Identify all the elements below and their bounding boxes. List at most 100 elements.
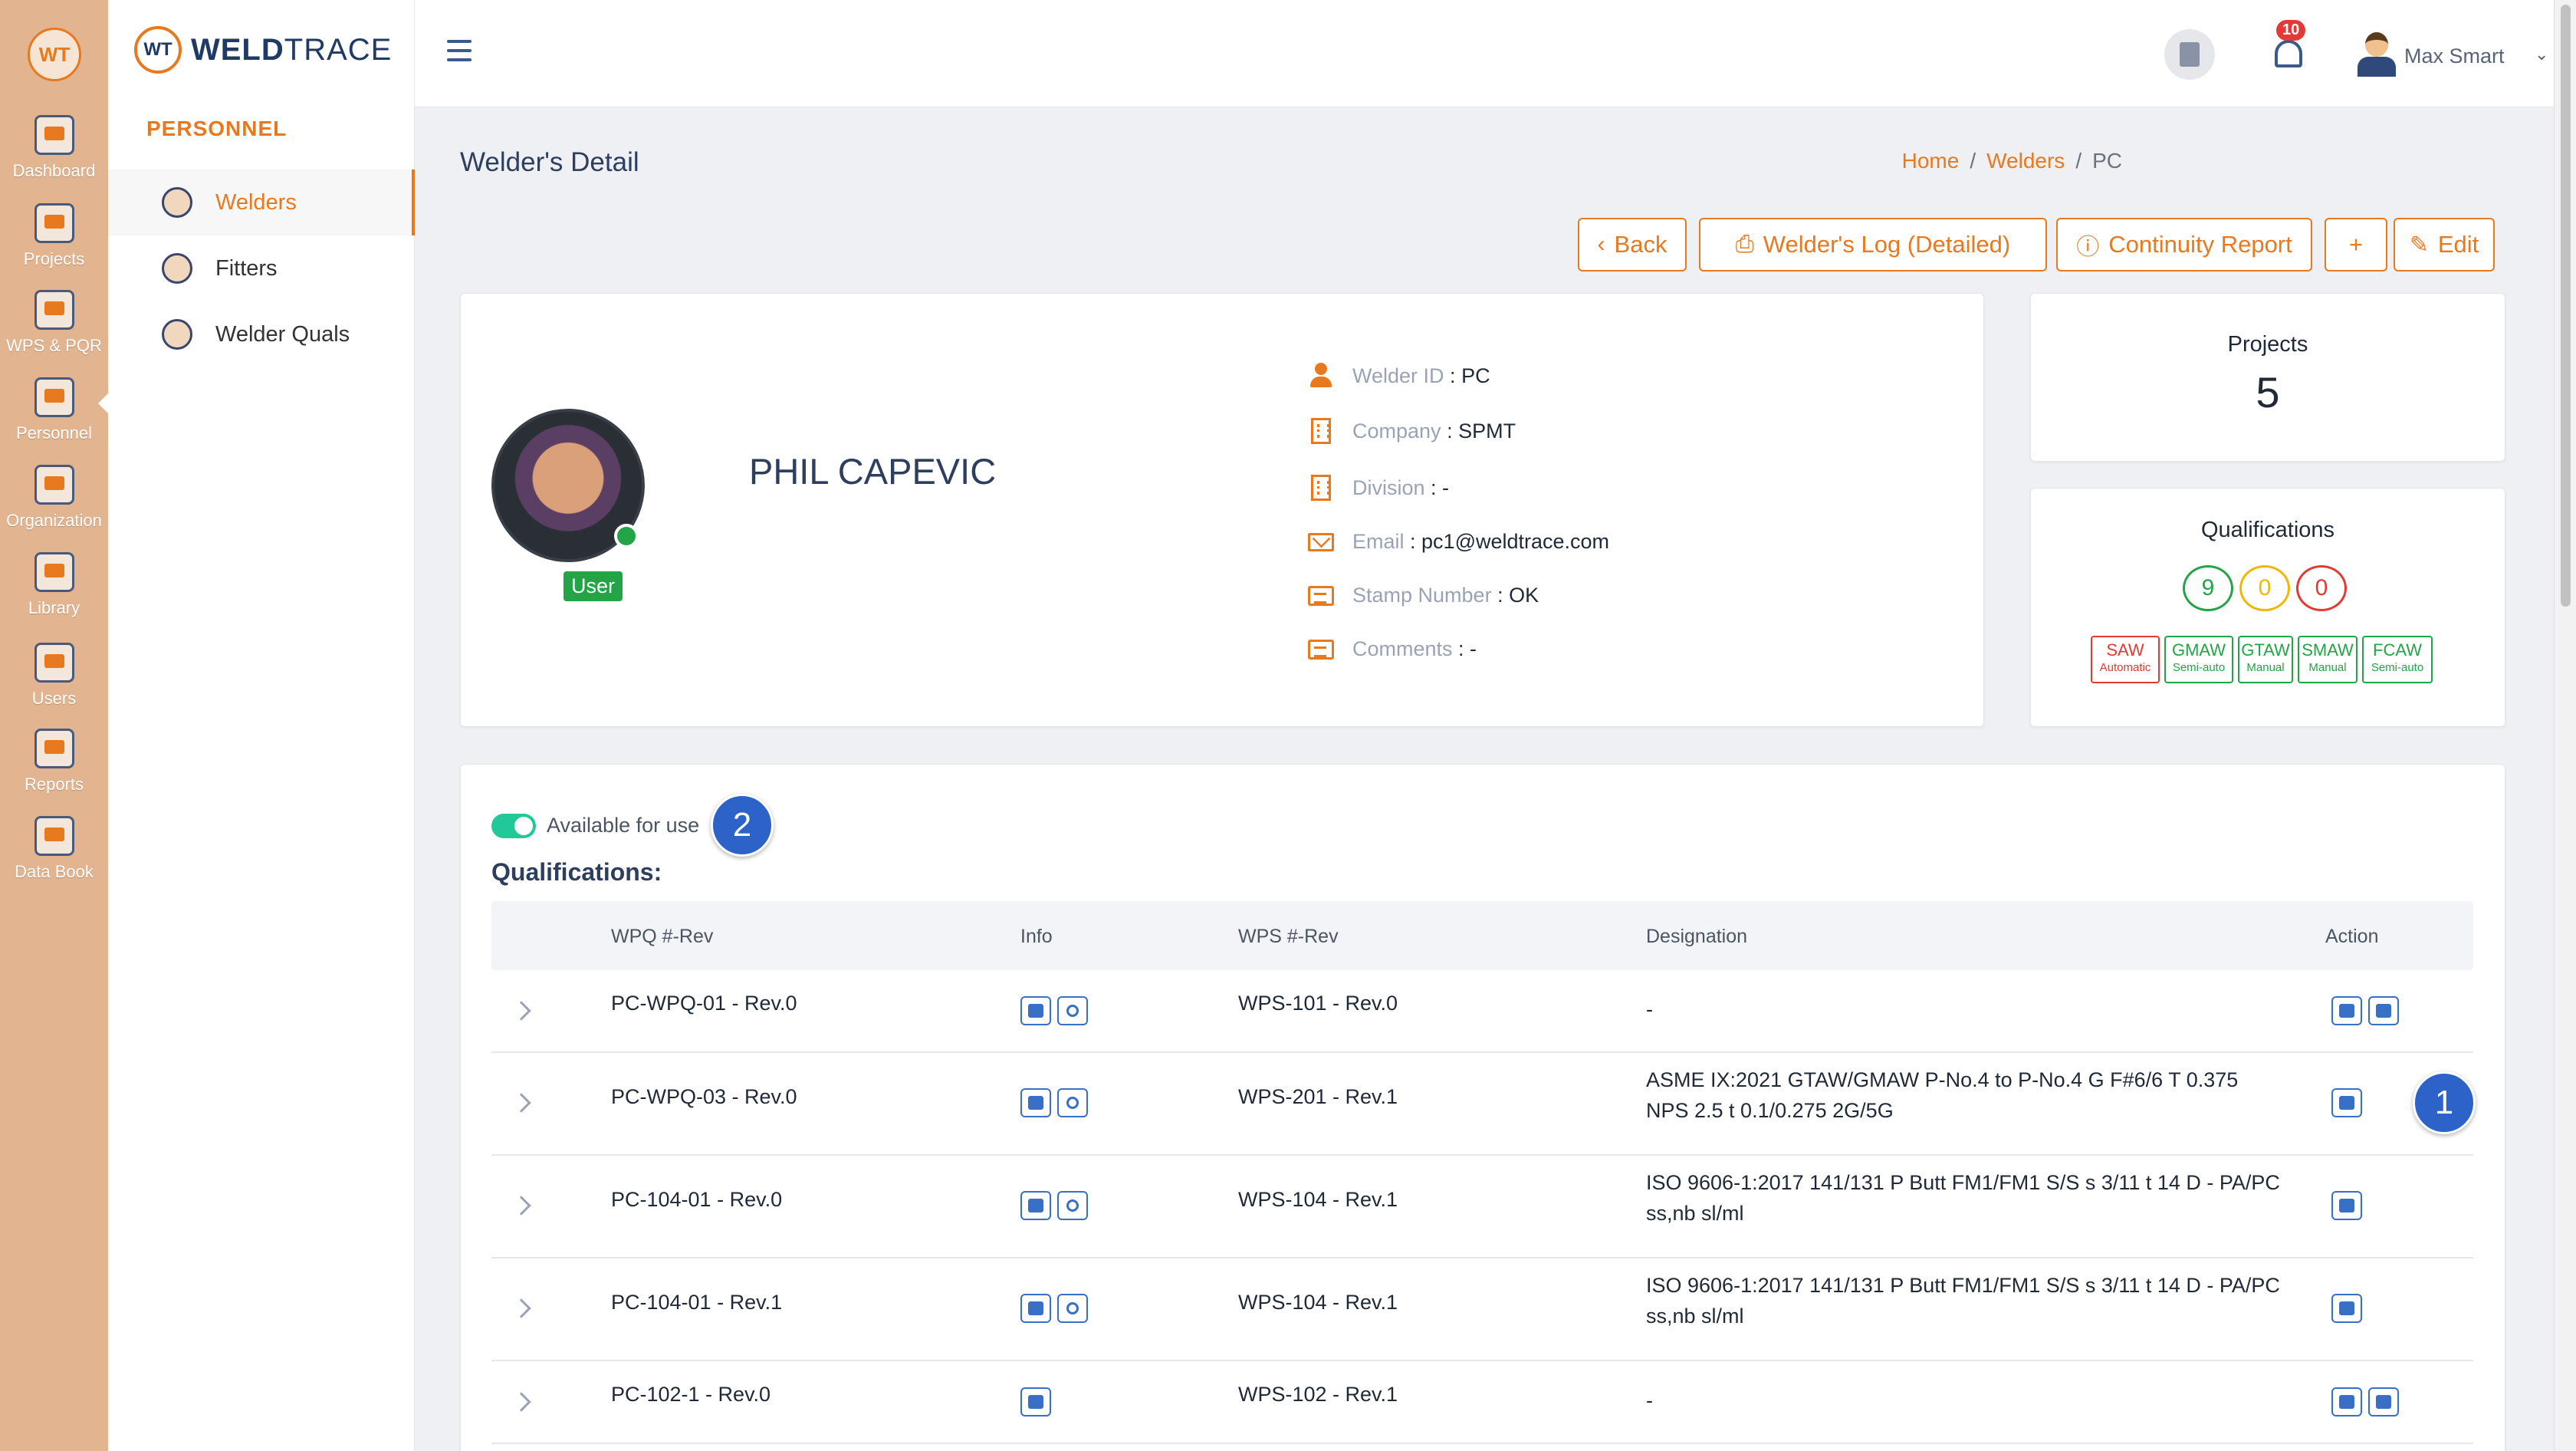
table-row[interactable]: PC-104-01 - Rev.1 WPS-104 - Rev.1 ISO 96… (491, 1259, 2473, 1361)
table-row[interactable]: PC-WPQ-01 - Rev.0 WPS-101 - Rev.0 - (491, 970, 2473, 1053)
column-header[interactable]: Designation (1646, 926, 1747, 948)
delete-icon[interactable] (2368, 996, 2399, 1025)
chevron-right-icon[interactable] (511, 1093, 531, 1113)
table-row[interactable]: PC-102-1 - Rev.0 WPS-102 - Rev.1 - (491, 1361, 2473, 1444)
chevron-right-icon[interactable] (511, 1298, 531, 1318)
rail-item-wps-pqr[interactable]: WPS & PQR (0, 290, 108, 356)
check-icon[interactable] (1020, 1294, 1051, 1323)
welder-icon (162, 187, 192, 218)
sidebar-item-label: Welder Quals (215, 321, 350, 347)
wpq-cell[interactable]: PC-104-01 - Rev.1 (611, 1286, 782, 1318)
qual-count-valid[interactable]: 9 (2183, 565, 2233, 611)
edit-icon[interactable] (2331, 1088, 2362, 1117)
process-tag-gtaw[interactable]: GTAW Manual (2238, 636, 2293, 683)
wpq-cell[interactable]: PC-104-01 - Rev.0 (611, 1183, 782, 1216)
edit-icon[interactable] (2331, 1387, 2362, 1416)
column-header[interactable]: WPS #-Rev (1238, 926, 1339, 948)
app-logo-icon[interactable]: WT (28, 28, 81, 81)
process-tag-gmaw[interactable]: GMAW Semi-auto (2164, 636, 2233, 683)
brand-logo[interactable]: WT WELDTRACE (134, 26, 392, 74)
user-avatar[interactable] (2353, 29, 2399, 78)
rail-item-personnel[interactable]: Personnel (0, 377, 109, 443)
edit-icon: ✎ (2409, 232, 2429, 258)
wps-cell[interactable]: WPS-104 - Rev.1 (1238, 1286, 1398, 1318)
rail-item-dashboard[interactable]: Dashboard (0, 115, 108, 181)
chevron-right-icon[interactable] (511, 1001, 531, 1021)
wpq-cell[interactable]: PC-102-1 - Rev.0 (611, 1378, 770, 1410)
rail-item-users[interactable]: Users (0, 643, 108, 709)
table-row[interactable]: PC-WPQ-03 - Rev.0 WPS-201 - Rev.1 ASME I… (491, 1053, 2476, 1156)
process-tag-smaw[interactable]: SMAW Manual (2298, 636, 2358, 683)
building-icon (1311, 418, 1331, 444)
page-scrollbar[interactable] (2554, 0, 2576, 1451)
menu-toggle-icon[interactable] (447, 40, 472, 61)
process-tag-fcaw[interactable]: FCAW Semi-auto (2362, 636, 2433, 683)
chevron-right-icon[interactable] (511, 1392, 531, 1412)
welders-log-button[interactable]: ⎙ Welder's Log (Detailed) (1699, 218, 2047, 271)
check-icon[interactable] (1020, 1088, 1051, 1117)
chat-icon (1308, 585, 1334, 606)
qual-count-expiring[interactable]: 0 (2239, 565, 2290, 611)
book-icon[interactable] (2164, 29, 2215, 80)
rail-item-reports[interactable]: Reports (0, 729, 108, 795)
qualifications-title: Qualifications (2200, 518, 2335, 542)
sidebar-item-welders[interactable]: Welders (108, 169, 415, 235)
wps-pqr-icon (34, 290, 74, 330)
designation-cell: - (1646, 998, 1653, 1021)
certificate-icon[interactable] (1057, 1191, 1088, 1220)
back-button[interactable]: ‹ Back (1578, 218, 1687, 271)
sidebar-item-fitters[interactable]: Fitters (108, 235, 415, 301)
edit-icon[interactable] (2331, 1191, 2362, 1220)
breadcrumb-home[interactable]: Home (1902, 149, 1960, 173)
projects-title: Projects (2227, 332, 2308, 357)
icon-rail: WT Dashboard Projects WPS & PQR Personne… (0, 0, 109, 1451)
personnel-sidebar: WT WELDTRACE PERSONNEL Welders Fitters W… (108, 0, 415, 1451)
qual-count-expired[interactable]: 0 (2296, 565, 2347, 611)
rail-item-library[interactable]: Library (0, 552, 108, 618)
user-menu-name[interactable]: Max Smart (2404, 44, 2505, 68)
available-toggle[interactable] (491, 814, 536, 838)
projects-stat-card[interactable]: Projects 5 (2030, 293, 2505, 462)
rail-item-organization[interactable]: Organization (0, 465, 108, 531)
wpq-cell[interactable]: PC-WPQ-01 - Rev.0 (611, 987, 797, 1019)
rail-label: Organization (6, 511, 102, 530)
rail-label: Library (28, 598, 80, 617)
callout-marker-1: 1 (2413, 1071, 2476, 1134)
page-title: Welder's Detail (460, 147, 639, 177)
sidebar-item-label: Fitters (215, 255, 278, 281)
rail-item-projects[interactable]: Projects (0, 203, 108, 269)
certificate-icon[interactable] (1057, 1088, 1088, 1117)
info-icon: ⓘ (2076, 235, 2100, 260)
notifications-bell-icon[interactable]: 10 (2272, 20, 2306, 69)
check-icon[interactable] (1020, 1191, 1051, 1220)
certificate-icon[interactable] (1057, 1294, 1088, 1323)
wps-cell[interactable]: WPS-101 - Rev.0 (1238, 987, 1398, 1019)
continuity-report-button[interactable]: ⓘ Continuity Report (2056, 218, 2312, 271)
dashboard-icon (34, 115, 74, 155)
field-division: Division : - (1308, 475, 1449, 501)
chevron-down-icon[interactable]: ⌄ (2535, 44, 2548, 64)
column-header[interactable]: WPQ #-Rev (611, 926, 713, 948)
add-button[interactable]: + (2325, 218, 2387, 271)
check-icon[interactable] (1020, 996, 1051, 1025)
wps-cell[interactable]: WPS-102 - Rev.1 (1238, 1378, 1398, 1410)
rail-label: Reports (24, 775, 84, 794)
wps-cell[interactable]: WPS-201 - Rev.1 (1238, 1081, 1398, 1113)
sidebar-item-welder-quals[interactable]: Welder Quals (108, 301, 415, 367)
attachment-icon[interactable] (1057, 996, 1088, 1025)
check-icon[interactable] (1020, 1387, 1051, 1416)
edit-button[interactable]: ✎ Edit (2394, 218, 2495, 271)
wps-cell[interactable]: WPS-104 - Rev.1 (1238, 1183, 1398, 1216)
wpq-cell[interactable]: PC-WPQ-03 - Rev.0 (611, 1081, 797, 1113)
breadcrumb-welders[interactable]: Welders (1986, 149, 2065, 173)
edit-icon[interactable] (2331, 1294, 2362, 1323)
rail-item-data-book[interactable]: Data Book (0, 816, 108, 882)
delete-icon[interactable] (2368, 1387, 2399, 1416)
users-icon (34, 643, 74, 683)
top-bar: 10 Max Smart ⌄ (415, 0, 2554, 107)
scrollbar-thumb[interactable] (2561, 5, 2571, 607)
process-tag-saw[interactable]: SAW Automatic (2091, 636, 2160, 683)
chevron-right-icon[interactable] (511, 1196, 531, 1216)
edit-icon[interactable] (2331, 996, 2362, 1025)
table-row[interactable]: PC-104-01 - Rev.0 WPS-104 - Rev.1 ISO 96… (491, 1156, 2473, 1259)
